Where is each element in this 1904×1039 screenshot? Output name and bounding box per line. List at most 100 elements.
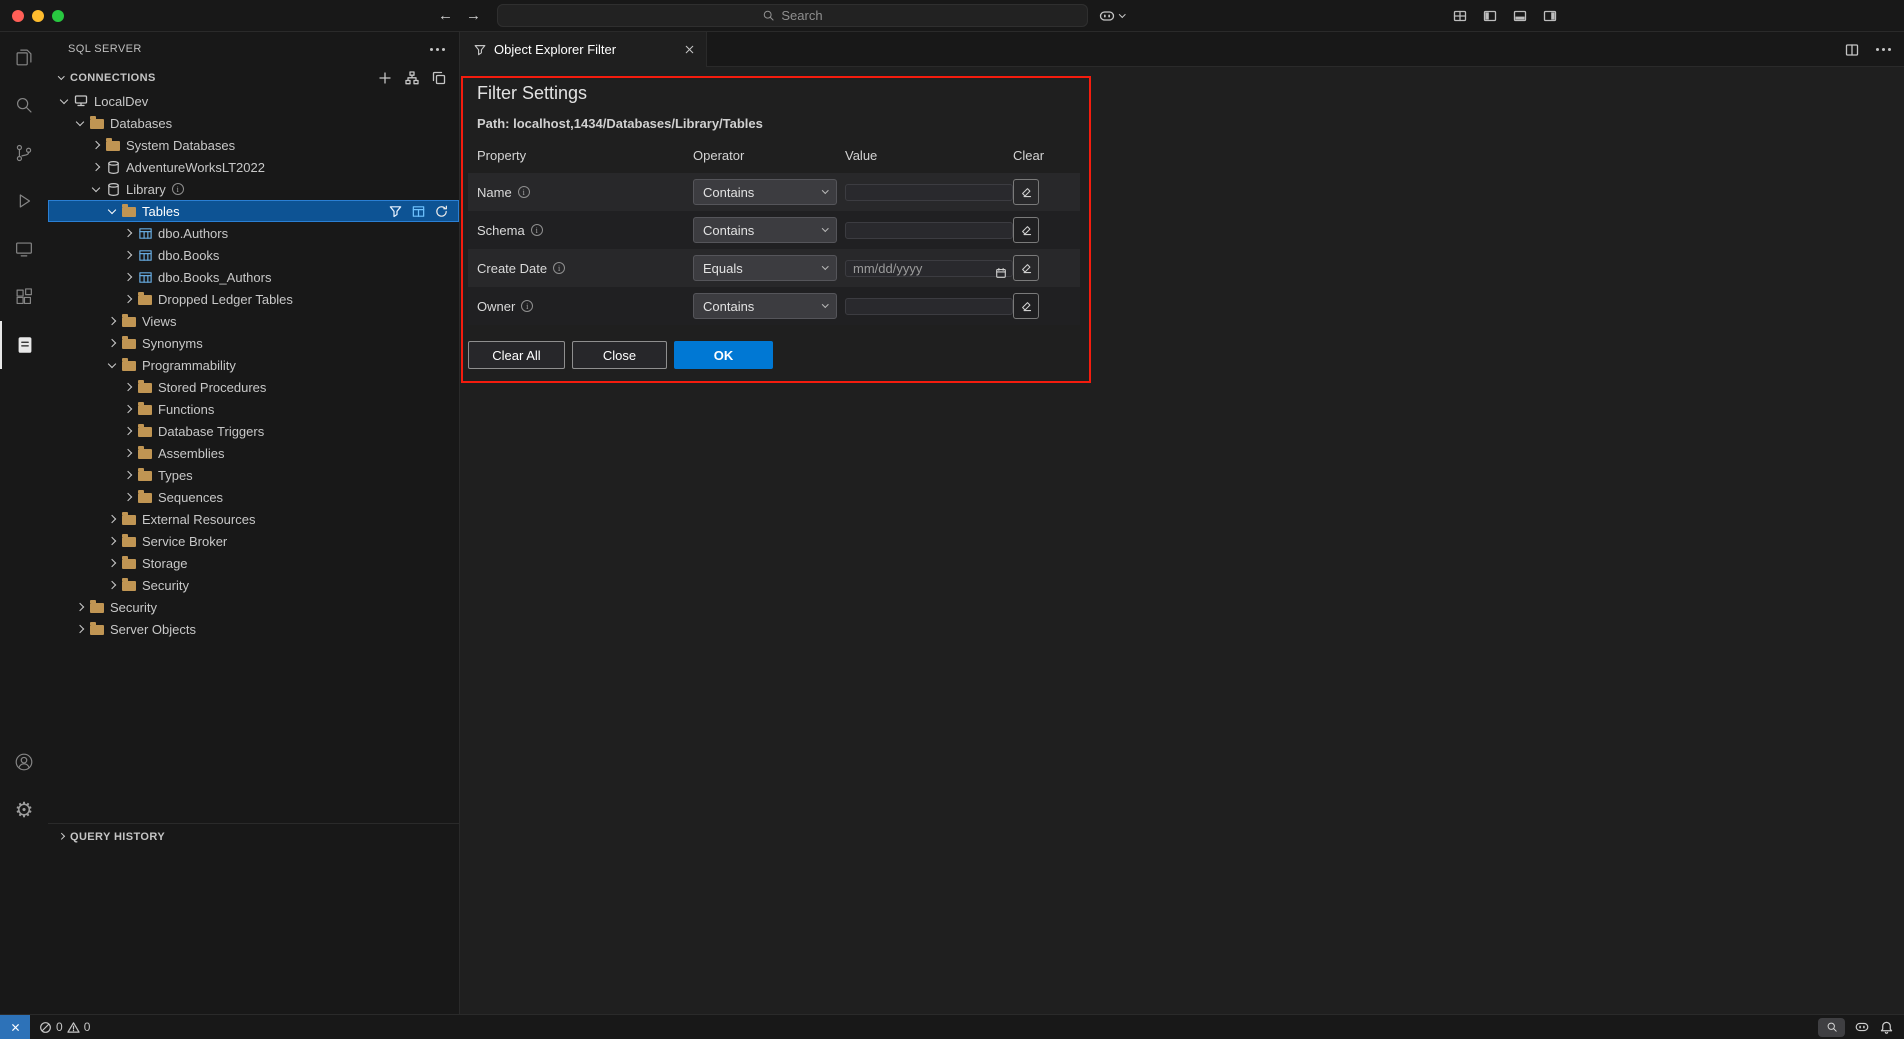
tree-item-stored-procedures[interactable]: Stored Procedures [48,376,459,398]
chevron-right-icon[interactable] [104,318,120,324]
problems-indicator[interactable]: 0 0 [39,1020,90,1034]
chevron-right-icon[interactable] [120,252,136,258]
connections-section-header[interactable]: CONNECTIONS [48,66,459,90]
chevron-right-icon[interactable] [120,274,136,280]
tree-item-external-resources[interactable]: External Resources [48,508,459,530]
tree-item-localdev[interactable]: LocalDev [48,90,459,112]
gear-icon[interactable]: ⚙ [0,786,48,834]
chevron-right-icon[interactable] [120,494,136,500]
tree-item-system-databases[interactable]: System Databases [48,134,459,156]
clear-owner-filter-button[interactable] [1013,293,1039,319]
clear-name-filter-button[interactable] [1013,179,1039,205]
chevron-right-icon[interactable] [104,560,120,566]
tree-item-databases[interactable]: Databases [48,112,459,134]
more-actions-icon[interactable] [1876,48,1891,51]
tree-item-views[interactable]: Views [48,310,459,332]
close-window-button[interactable] [12,10,24,22]
clear-all-button[interactable]: Clear All [468,341,565,369]
chevron-right-icon[interactable] [72,604,88,610]
back-button[interactable]: ← [438,7,453,24]
tree-item-synonyms[interactable]: Synonyms [48,332,459,354]
search-sidebar-icon[interactable] [0,81,48,129]
chevron-right-icon[interactable] [120,384,136,390]
toggle-sidebar-icon[interactable] [1482,8,1498,24]
chevron-right-icon[interactable] [104,340,120,346]
bell-icon[interactable] [1879,1020,1894,1035]
tree-item-programmability[interactable]: Programmability [48,354,459,376]
tree-item-dbo-authors[interactable]: dbo.Authors [48,222,459,244]
tree-item-security-library[interactable]: Security [48,574,459,596]
calendar-icon[interactable] [995,267,1007,282]
chevron-right-icon[interactable] [88,164,104,170]
tree-item-tables[interactable]: Tables [48,200,459,222]
remote-explorer-icon[interactable] [0,225,48,273]
chevron-right-icon[interactable] [120,450,136,456]
server-group-icon[interactable] [404,70,420,86]
chevron-right-icon[interactable] [104,538,120,544]
zoom-indicator[interactable] [1818,1018,1845,1037]
tree-item-types[interactable]: Types [48,464,459,486]
chevron-right-icon[interactable] [120,406,136,412]
customize-layout-icon[interactable] [1452,8,1468,24]
remote-indicator[interactable] [0,1015,30,1039]
search-input[interactable]: Search [497,4,1088,27]
operator-select-name[interactable]: Contains [693,179,837,205]
operator-select-create-date[interactable]: Equals [693,255,837,281]
chevron-right-icon[interactable] [120,472,136,478]
source-control-icon[interactable] [0,129,48,177]
value-input-name[interactable] [845,184,1013,201]
add-connection-icon[interactable] [377,70,393,86]
sql-server-extension-icon[interactable] [0,321,48,369]
account-icon[interactable] [0,738,48,786]
chevron-right-icon[interactable] [104,582,120,588]
more-actions-icon[interactable] [430,48,445,51]
tree-item-library[interactable]: Library [48,178,459,200]
toggle-secondary-sidebar-icon[interactable] [1542,8,1558,24]
close-icon[interactable] [683,43,696,56]
copilot-icon[interactable] [1854,1019,1870,1035]
chevron-right-icon[interactable] [88,142,104,148]
chevron-down-icon[interactable] [104,210,120,213]
explorer-icon[interactable] [0,33,48,81]
tree-item-sequences[interactable]: Sequences [48,486,459,508]
tree-item-server-objects[interactable]: Server Objects [48,618,459,640]
chevron-right-icon[interactable] [72,626,88,632]
chevron-down-icon[interactable] [56,100,72,103]
tab-object-explorer-filter[interactable]: Object Explorer Filter [460,32,707,67]
close-button[interactable]: Close [572,341,667,369]
value-input-schema[interactable] [845,222,1013,239]
value-input-create-date[interactable] [845,260,1013,277]
clear-schema-filter-button[interactable] [1013,217,1039,243]
chevron-right-icon[interactable] [120,296,136,302]
tree-item-functions[interactable]: Functions [48,398,459,420]
filter-icon[interactable] [388,204,403,219]
toggle-panel-icon[interactable] [1512,8,1528,24]
query-history-section-header[interactable]: QUERY HISTORY [48,823,459,849]
minimize-window-button[interactable] [32,10,44,22]
tree-item-adventureworkslt2022[interactable]: AdventureWorksLT2022 [48,156,459,178]
chevron-right-icon[interactable] [120,230,136,236]
chevron-down-icon[interactable] [104,364,120,367]
tree-item-database-triggers[interactable]: Database Triggers [48,420,459,442]
extensions-icon[interactable] [0,273,48,321]
tree-item-assemblies[interactable]: Assemblies [48,442,459,464]
tree-item-dropped-ledger-tables[interactable]: Dropped Ledger Tables [48,288,459,310]
operator-select-schema[interactable]: Contains [693,217,837,243]
tree-item-dbo-books-authors[interactable]: dbo.Books_Authors [48,266,459,288]
tree-item-storage[interactable]: Storage [48,552,459,574]
refresh-icon[interactable] [434,204,449,219]
zoom-window-button[interactable] [52,10,64,22]
operator-select-owner[interactable]: Contains [693,293,837,319]
tree-item-dbo-books[interactable]: dbo.Books [48,244,459,266]
run-and-debug-icon[interactable] [0,177,48,225]
table-grid-icon[interactable] [411,204,426,219]
copilot-menu-button[interactable] [1098,0,1125,31]
tree-item-service-broker[interactable]: Service Broker [48,530,459,552]
chevron-down-icon[interactable] [72,122,88,125]
new-group-icon[interactable] [431,70,447,86]
tree-item-security-server[interactable]: Security [48,596,459,618]
value-input-owner[interactable] [845,298,1013,315]
clear-create-date-filter-button[interactable] [1013,255,1039,281]
chevron-down-icon[interactable] [88,188,104,191]
chevron-right-icon[interactable] [104,516,120,522]
